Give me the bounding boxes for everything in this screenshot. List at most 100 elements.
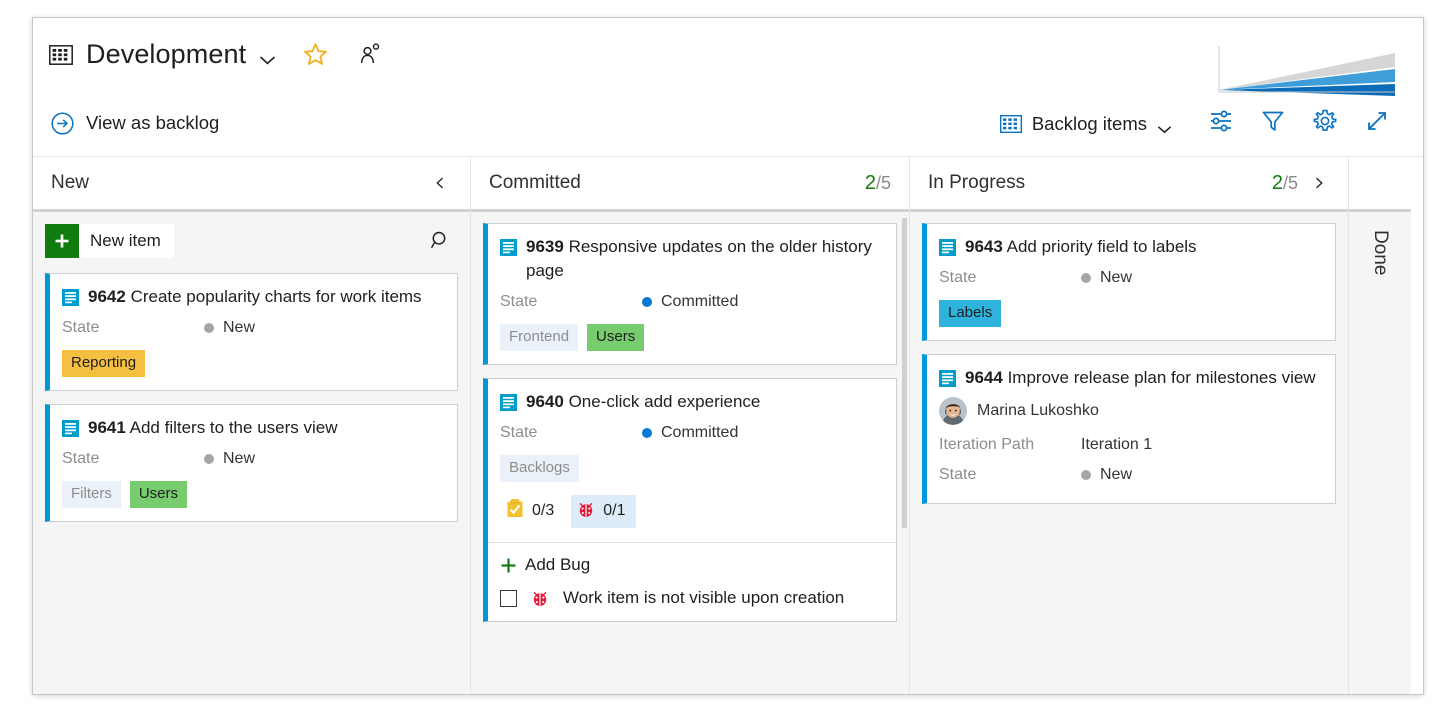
field-value[interactable]: New bbox=[204, 319, 255, 337]
board-grid-icon bbox=[1000, 115, 1022, 133]
column-body-new: New item bbox=[33, 209, 470, 695]
state-dot-icon bbox=[642, 428, 652, 438]
backlog-item-icon bbox=[62, 289, 79, 306]
state-dot-icon bbox=[642, 297, 652, 307]
field-value[interactable]: Iteration 1 bbox=[1081, 436, 1152, 454]
board-column-done[interactable]: Done bbox=[1349, 157, 1411, 695]
arrow-right-circle-icon bbox=[51, 112, 74, 135]
tag[interactable]: Users bbox=[587, 324, 644, 351]
plus-icon bbox=[45, 224, 79, 258]
fullscreen-button[interactable] bbox=[1351, 102, 1403, 146]
card-id: 9643 bbox=[965, 237, 1003, 256]
add-bug-label: Add Bug bbox=[525, 555, 590, 575]
filter-button[interactable] bbox=[1247, 102, 1299, 146]
card-tags: Frontend Users bbox=[500, 324, 882, 351]
field-value[interactable]: New bbox=[1081, 466, 1132, 484]
people-icon[interactable] bbox=[358, 42, 382, 66]
column-body-committed: 9639 Responsive updates on the older his… bbox=[471, 209, 909, 695]
sliders-icon bbox=[1208, 108, 1234, 139]
card-title-text: Add filters to the users view bbox=[130, 418, 338, 437]
field-value[interactable]: New bbox=[204, 450, 255, 468]
field-value[interactable]: New bbox=[1081, 269, 1132, 287]
card-title: 9641 Add filters to the users view bbox=[88, 416, 338, 440]
board-card[interactable]: 9644 Improve release plan for milestones… bbox=[922, 354, 1336, 504]
chevron-down-icon[interactable] bbox=[259, 52, 276, 62]
board-toolbar: View as backlog bbox=[33, 90, 1423, 157]
kanban-board: New bbox=[33, 157, 1423, 695]
wip-limit: /5 bbox=[1283, 173, 1298, 193]
chevron-left-icon bbox=[434, 175, 447, 191]
kanban-board-window: Development bbox=[32, 17, 1424, 695]
column-title: Done bbox=[1369, 230, 1391, 695]
child-item-row[interactable]: Work item is not visible upon creation bbox=[500, 588, 882, 608]
board-card[interactable]: 9641 Add filters to the users view State… bbox=[45, 404, 458, 522]
bug-counter[interactable]: 0/1 bbox=[571, 495, 635, 528]
field-label: State bbox=[939, 269, 1081, 287]
column-title: In Progress bbox=[928, 172, 1025, 194]
wip-current: 2 bbox=[1272, 172, 1283, 194]
card-divider bbox=[488, 542, 896, 543]
board-card[interactable]: 9639 Responsive updates on the older his… bbox=[483, 223, 897, 365]
expand-column-button[interactable] bbox=[1302, 167, 1334, 199]
card-field-state: State New bbox=[62, 444, 443, 474]
board-card[interactable]: 9643 Add priority field to labels State … bbox=[922, 223, 1336, 341]
search-icon[interactable] bbox=[426, 226, 454, 254]
board-card[interactable]: 9642 Create popularity charts for work i… bbox=[45, 273, 458, 391]
add-bug-button[interactable]: Add Bug bbox=[500, 555, 882, 575]
card-assignee[interactable]: Marina Lukoshko bbox=[939, 394, 1321, 428]
bug-icon bbox=[531, 589, 549, 607]
view-as-backlog-button[interactable]: View as backlog bbox=[51, 112, 219, 135]
expand-diagonal-icon bbox=[1364, 108, 1390, 139]
chevron-down-icon bbox=[1157, 121, 1172, 130]
column-wip-count: 2/5 bbox=[1272, 172, 1298, 195]
card-title: 9644 Improve release plan for milestones… bbox=[965, 366, 1316, 390]
field-value[interactable]: Committed bbox=[642, 293, 738, 311]
new-item-label: New item bbox=[79, 231, 174, 251]
backlog-level-picker[interactable]: Backlog items bbox=[1000, 113, 1172, 135]
bug-counter-text: 0/1 bbox=[603, 502, 625, 520]
child-checkbox[interactable] bbox=[500, 590, 517, 607]
column-header-done bbox=[1349, 157, 1411, 209]
task-counter[interactable]: 0/3 bbox=[500, 494, 564, 528]
task-counter-text: 0/3 bbox=[532, 502, 554, 520]
new-item-button[interactable]: New item bbox=[45, 224, 174, 258]
state-dot-icon bbox=[204, 454, 214, 464]
avatar bbox=[939, 397, 967, 425]
child-item-title: Work item is not visible upon creation bbox=[563, 588, 844, 608]
card-id: 9644 bbox=[965, 368, 1003, 387]
star-icon[interactable] bbox=[303, 42, 328, 67]
tag[interactable]: Labels bbox=[939, 300, 1001, 327]
field-label: State bbox=[500, 293, 642, 311]
column-wip-count: 2/5 bbox=[865, 172, 891, 195]
scrollbar-thumb[interactable] bbox=[902, 218, 907, 528]
backlog-item-icon bbox=[62, 420, 79, 437]
board-card[interactable]: 9640 One-click add experience State Comm… bbox=[483, 378, 897, 622]
column-title: New bbox=[51, 172, 89, 194]
tag[interactable]: Users bbox=[130, 481, 187, 508]
collapse-column-button[interactable] bbox=[424, 167, 456, 199]
state-dot-icon bbox=[1081, 470, 1091, 480]
board-column-committed: Committed 2/5 bbox=[471, 157, 909, 695]
card-title: 9643 Add priority field to labels bbox=[965, 235, 1197, 259]
field-value[interactable]: Committed bbox=[642, 424, 738, 442]
tag[interactable]: Reporting bbox=[62, 350, 145, 377]
backlog-item-icon bbox=[500, 239, 517, 256]
view-as-backlog-label: View as backlog bbox=[86, 112, 219, 134]
tag[interactable]: Backlogs bbox=[500, 455, 579, 482]
column-header-committed: Committed 2/5 bbox=[471, 157, 909, 209]
card-title-text: Add priority field to labels bbox=[1007, 237, 1197, 256]
child-counters: 0/3 bbox=[500, 494, 882, 528]
card-id: 9639 bbox=[526, 237, 564, 256]
tag[interactable]: Frontend bbox=[500, 324, 578, 351]
column-header-in-progress: In Progress 2/5 bbox=[910, 157, 1348, 209]
column-scrollbar[interactable] bbox=[902, 218, 907, 690]
state-value-text: Committed bbox=[661, 424, 738, 442]
settings-button[interactable] bbox=[1299, 102, 1351, 146]
field-label: Iteration Path bbox=[939, 436, 1081, 454]
field-label: State bbox=[939, 466, 1081, 484]
page-title: Development bbox=[86, 39, 246, 70]
configure-board-button[interactable] bbox=[1195, 102, 1247, 146]
field-label: State bbox=[62, 319, 204, 337]
tag[interactable]: Filters bbox=[62, 481, 121, 508]
board-column-new: New bbox=[33, 157, 470, 695]
